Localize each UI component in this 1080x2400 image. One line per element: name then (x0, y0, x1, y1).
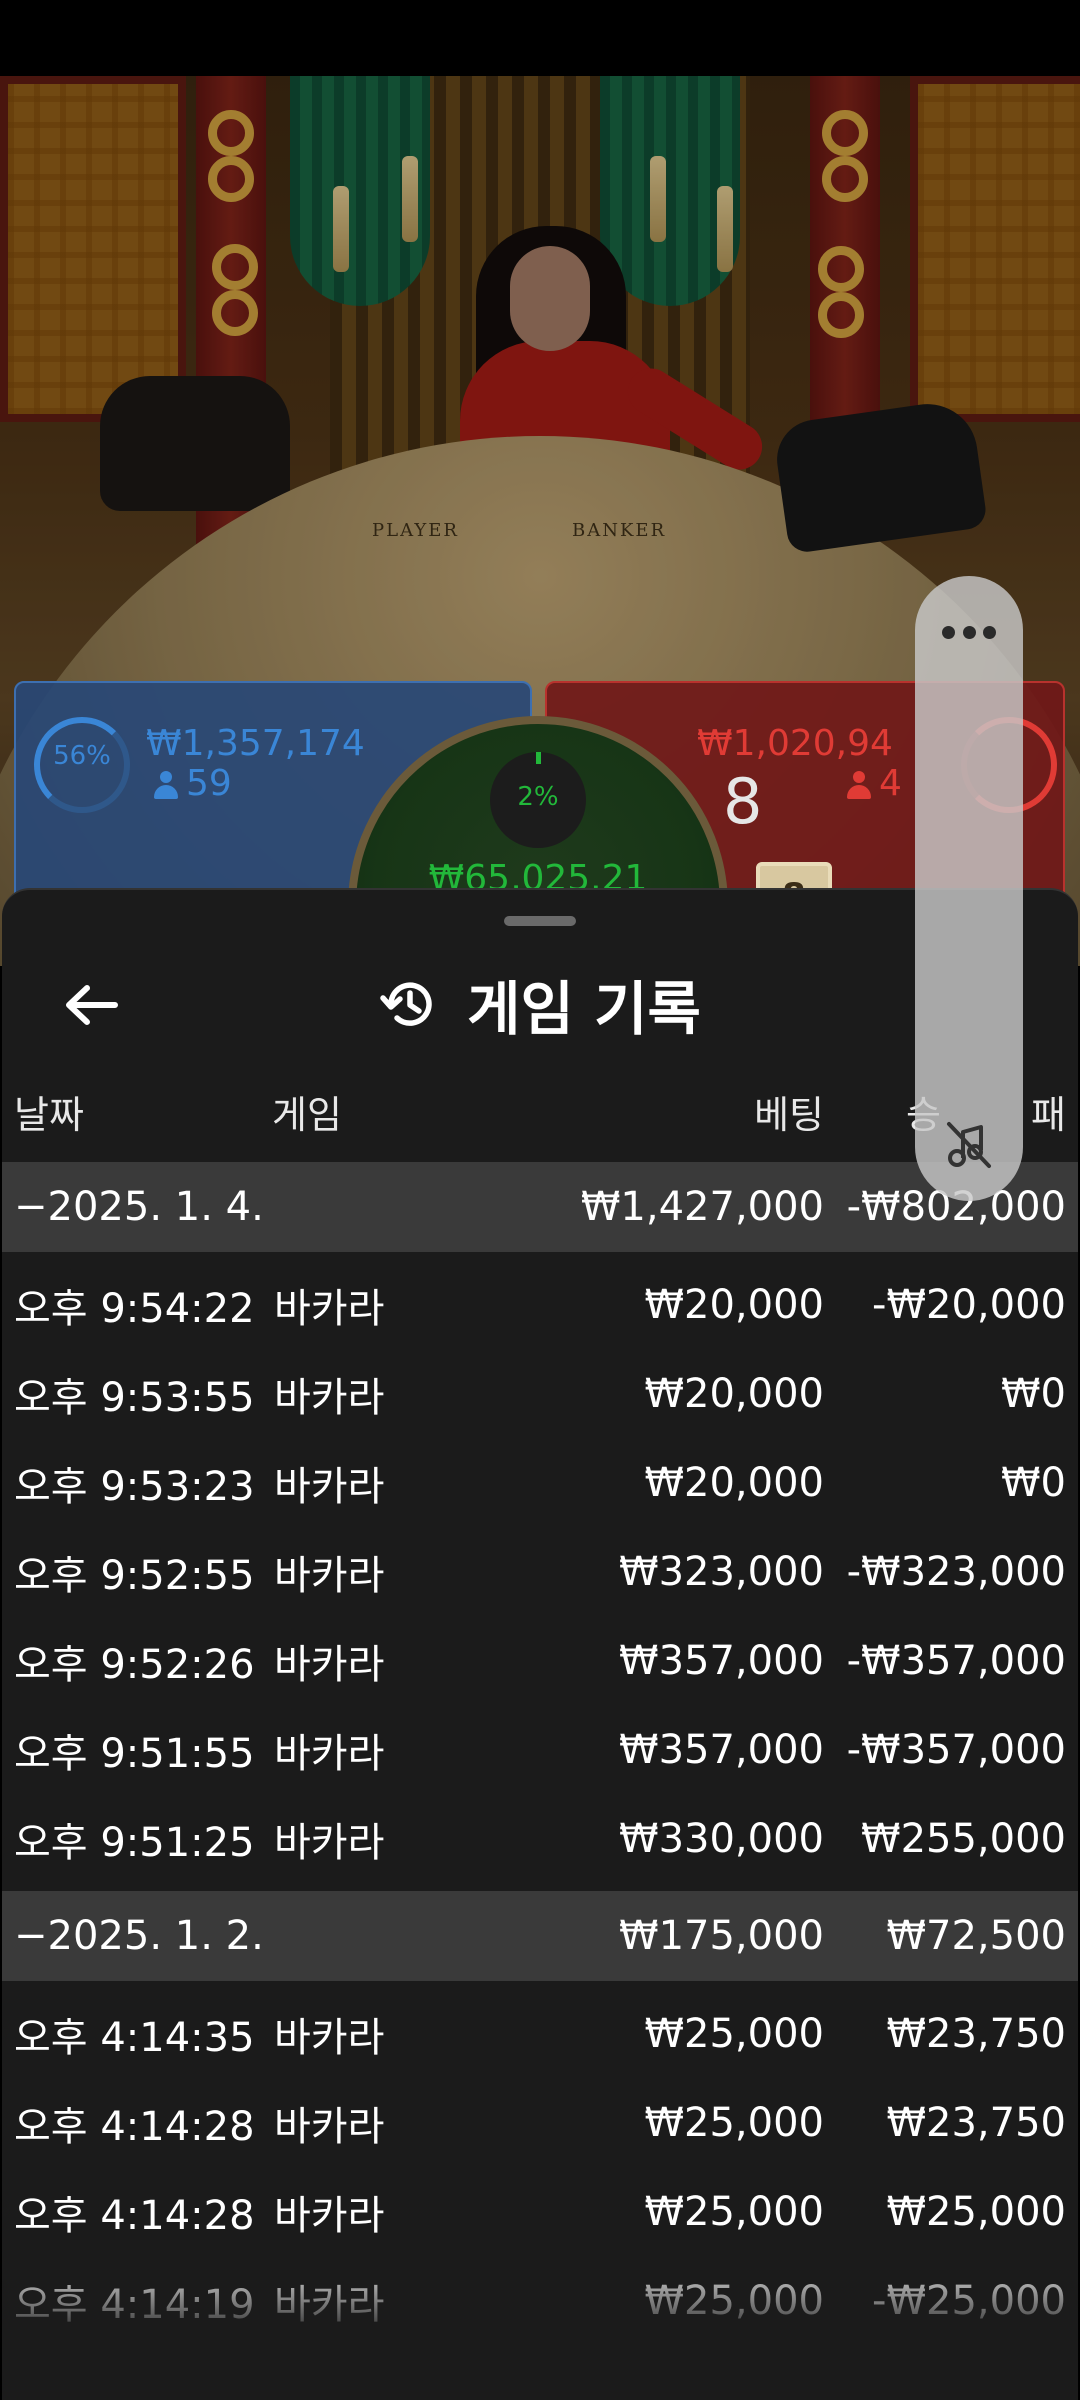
group-bet-total: ₩175,000 (619, 1913, 824, 1959)
history-list: −2025. 1. 4. ₩1,427,000 -₩802,000 오후 9:5… (2, 1162, 1078, 2345)
table-row[interactable]: 오후 4:14:19 바카라 ₩25,000 -₩25,000 (2, 2256, 1078, 2345)
tie-percent: 2% (517, 782, 559, 812)
table-row[interactable]: 오후 4:14:35 바카라 ₩25,000 ₩23,750 (2, 1989, 1078, 2078)
row-game: 바카라 (274, 1641, 385, 1688)
row-bet: ₩330,000 (619, 1815, 824, 1862)
row-game: 바카라 (274, 2281, 385, 2328)
row-bet: ₩20,000 (644, 1281, 824, 1328)
music-off-icon[interactable] (941, 1116, 997, 1172)
user-icon (154, 771, 178, 801)
row-time: 오후 4:14:28 (14, 2192, 255, 2239)
date-group-row[interactable]: −2025. 1. 2. ₩175,000 ₩72,500 (2, 1891, 1078, 1981)
sheet-drag-handle[interactable] (504, 916, 576, 926)
player-bettor-count: 59 (186, 763, 232, 804)
row-time: 오후 4:14:28 (14, 2103, 255, 2150)
row-time: 오후 9:53:23 (14, 1463, 255, 1510)
row-bet: ₩323,000 (619, 1548, 824, 1595)
banker-score: 8 (723, 765, 763, 838)
table-row[interactable]: 오후 9:53:23 바카라 ₩20,000 ₩0 (2, 1438, 1078, 1527)
row-bet: ₩25,000 (644, 2099, 824, 2146)
row-game: 바카라 (274, 1552, 385, 1599)
row-result: ₩25,000 (886, 2188, 1066, 2235)
row-game: 바카라 (274, 1463, 385, 1510)
row-bet: ₩357,000 (619, 1726, 824, 1773)
group-date: −2025. 1. 2. (14, 1913, 264, 1959)
table-row[interactable]: 오후 9:54:22 바카라 ₩20,000 -₩20,000 (2, 1260, 1078, 1349)
group-date: −2025. 1. 4. (14, 1184, 264, 1230)
row-result: ₩0 (1001, 1370, 1066, 1417)
row-time: 오후 9:52:55 (14, 1552, 255, 1599)
table-row[interactable]: 오후 4:14:28 바카라 ₩25,000 ₩25,000 (2, 2167, 1078, 2256)
group-result-total: ₩72,500 (886, 1913, 1066, 1959)
row-time: 오후 9:54:22 (14, 1285, 255, 1332)
row-result: ₩23,750 (886, 2099, 1066, 2146)
row-game: 바카라 (274, 1374, 385, 1421)
row-result: ₩255,000 (861, 1815, 1066, 1862)
table-row[interactable]: 오후 9:51:25 바카라 ₩330,000 ₩255,000 (2, 1794, 1078, 1883)
banker-bettor-count: 4 (879, 763, 902, 804)
column-header-game[interactable]: 게임 (272, 1080, 342, 1150)
history-icon (380, 982, 432, 1026)
row-time: 오후 4:14:19 (14, 2281, 255, 2328)
table-row[interactable]: 오후 9:51:55 바카라 ₩357,000 -₩357,000 (2, 1705, 1078, 1794)
row-game: 바카라 (274, 1730, 385, 1777)
column-header-bet[interactable]: 베팅 (754, 1080, 824, 1150)
sheet-title: 게임 기록 (467, 975, 701, 1043)
row-result: -₩323,000 (846, 1548, 1066, 1595)
group-bet-total: ₩1,427,000 (580, 1184, 824, 1230)
row-bet: ₩25,000 (644, 2188, 824, 2235)
banker-bet-amount: ₩1,020,94 (697, 723, 893, 764)
user-icon (847, 771, 871, 801)
row-result: ₩23,750 (886, 2010, 1066, 2057)
row-bet: ₩357,000 (619, 1637, 824, 1684)
more-dots-icon[interactable] (942, 626, 996, 640)
side-control-panel[interactable] (915, 576, 1023, 1201)
row-bet: ₩25,000 (644, 2277, 824, 2324)
row-result: ₩0 (1001, 1459, 1066, 1506)
date-group-row[interactable]: −2025. 1. 4. ₩1,427,000 -₩802,000 (2, 1162, 1078, 1252)
row-result: -₩357,000 (846, 1637, 1066, 1684)
row-result: -₩25,000 (872, 2277, 1066, 2324)
row-result: -₩357,000 (846, 1726, 1066, 1773)
row-bet: ₩20,000 (644, 1459, 824, 1506)
row-bet: ₩25,000 (644, 2010, 824, 2057)
row-game: 바카라 (274, 2192, 385, 2239)
row-game: 바카라 (274, 2103, 385, 2150)
row-result: -₩20,000 (872, 1281, 1066, 1328)
row-game: 바카라 (274, 2014, 385, 2061)
column-header-date[interactable]: 날짜 (14, 1080, 84, 1150)
row-time: 오후 4:14:35 (14, 2014, 255, 2061)
row-time: 오후 9:52:26 (14, 1641, 255, 1688)
column-header-result-tail[interactable]: 패 (1031, 1080, 1066, 1150)
row-game: 바카라 (274, 1285, 385, 1332)
row-bet: ₩20,000 (644, 1370, 824, 1417)
row-game: 바카라 (274, 1819, 385, 1866)
row-time: 오후 9:53:55 (14, 1374, 255, 1421)
table-row[interactable]: 오후 9:53:55 바카라 ₩20,000 ₩0 (2, 1349, 1078, 1438)
table-row[interactable]: 오후 4:14:28 바카라 ₩25,000 ₩23,750 (2, 2078, 1078, 2167)
table-row[interactable]: 오후 9:52:55 바카라 ₩323,000 -₩323,000 (2, 1527, 1078, 1616)
row-time: 오후 9:51:25 (14, 1819, 255, 1866)
row-time: 오후 9:51:55 (14, 1730, 255, 1777)
player-percent: 56% (53, 741, 111, 771)
player-bet-amount: ₩1,357,174 (146, 723, 365, 764)
table-row[interactable]: 오후 9:52:26 바카라 ₩357,000 -₩357,000 (2, 1616, 1078, 1705)
